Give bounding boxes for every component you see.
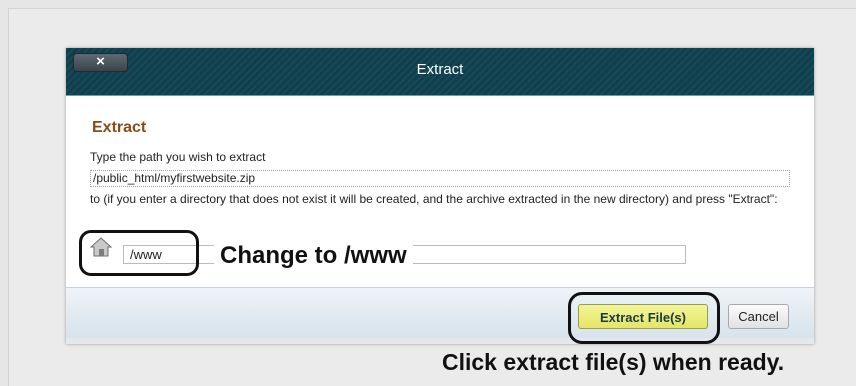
change-note: Change to /www	[214, 242, 413, 269]
destination-highlight	[79, 230, 199, 276]
cancel-button[interactable]: Cancel	[728, 304, 789, 329]
archive-path-field[interactable]: /public_html/myfirstwebsite.zip	[90, 170, 790, 187]
destination-help-text: to (if you enter a directory that does n…	[90, 192, 778, 206]
section-title: Extract	[92, 119, 147, 136]
extract-prompt-label: Type the path you wish to extract	[90, 150, 266, 164]
dialog-title: Extract	[416, 61, 464, 78]
dialog-titlebar: × Extract	[66, 48, 814, 96]
extract-button-highlight	[568, 292, 720, 344]
click-note: Click extract file(s) when ready.	[442, 349, 785, 375]
